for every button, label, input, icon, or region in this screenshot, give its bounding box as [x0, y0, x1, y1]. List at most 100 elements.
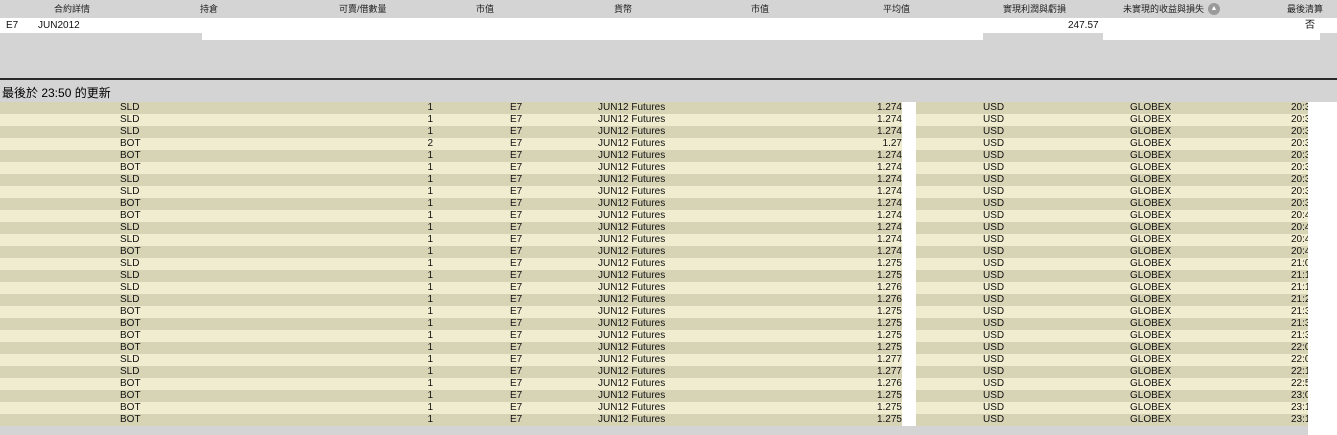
trade-time: 22:0: [1291, 354, 1308, 365]
trade-currency: USD: [983, 366, 1005, 377]
trade-exchange: GLOBEX: [1130, 198, 1172, 209]
trade-row[interactable]: BOT 1 E7 JUN12 Futures 1.276 USD GLOBEX 22:5: [0, 378, 1337, 390]
trade-time: 22:0: [1291, 342, 1308, 353]
trade-action: BOT: [120, 330, 141, 341]
trade-row[interactable]: SLD 1 E7 JUN12 Futures 1.276 USD GLOBEX 21:2: [0, 294, 1337, 306]
trade-time: 20:4: [1291, 246, 1308, 257]
trade-row[interactable]: BOT 1 E7 JUN12 Futures 1.274 USD GLOBEX 20:4: [0, 246, 1337, 258]
trade-currency: USD: [983, 342, 1005, 353]
trade-price: 1.275: [876, 330, 902, 341]
trade-currency: USD: [983, 150, 1005, 161]
portfolio-row[interactable]: E7 JUN2012 247.57 否: [0, 18, 1337, 33]
trade-row[interactable]: SLD 1 E7 JUN12 Futures 1.277 USD GLOBEX 22:0: [0, 354, 1337, 366]
trade-row[interactable]: BOT 1 E7 JUN12 Futures 1.275 USD GLOBEX 21:3: [0, 306, 1337, 318]
trades-list[interactable]: SLD 1 E7 JUN12 Futures 1.274 USD GLOBEX 20:3 SLD…: [0, 102, 1337, 426]
trade-row[interactable]: BOT 1 E7 JUN12 Futures 1.274 USD GLOBEX 20:3: [0, 162, 1337, 174]
trade-time: 23:0: [1291, 390, 1308, 401]
trade-row[interactable]: SLD 1 E7 JUN12 Futures 1.275 USD GLOBEX 21:0: [0, 258, 1337, 270]
trade-currency: USD: [983, 186, 1005, 197]
trade-row[interactable]: SLD 1 E7 JUN12 Futures 1.274 USD GLOBEX 20:4: [0, 234, 1337, 246]
trade-currency: USD: [983, 162, 1005, 173]
trade-row[interactable]: SLD 1 E7 JUN12 Futures 1.274 USD GLOBEX 20:3: [0, 102, 1337, 114]
trade-row[interactable]: BOT 1 E7 JUN12 Futures 1.275 USD GLOBEX 23:1: [0, 402, 1337, 414]
trade-currency: USD: [983, 114, 1005, 125]
trade-symbol: E7: [510, 210, 523, 221]
trade-qty: 1: [427, 102, 433, 113]
col-contract-details[interactable]: 合約詳情: [54, 0, 90, 18]
trade-row[interactable]: BOT 1 E7 JUN12 Futures 1.275 USD GLOBEX 22:0: [0, 342, 1337, 354]
trade-symbol: E7: [510, 354, 523, 365]
trade-symbol: E7: [510, 270, 523, 281]
trade-row[interactable]: SLD 1 E7 JUN12 Futures 1.274 USD GLOBEX 20:3: [0, 186, 1337, 198]
trade-symbol: E7: [510, 402, 523, 413]
trade-exchange: GLOBEX: [1130, 270, 1172, 281]
trade-row[interactable]: SLD 1 E7 JUN12 Futures 1.274 USD GLOBEX 20:3: [0, 114, 1337, 126]
trade-row[interactable]: BOT 1 E7 JUN12 Futures 1.274 USD GLOBEX 20:3: [0, 198, 1337, 210]
horizontal-scrollbar[interactable]: [0, 426, 1337, 435]
trade-currency: USD: [983, 222, 1005, 233]
trade-price: 1.274: [876, 198, 902, 209]
trade-row[interactable]: SLD 1 E7 JUN12 Futures 1.274 USD GLOBEX 20:4: [0, 222, 1337, 234]
trade-time: 20:3: [1291, 114, 1308, 125]
portfolio-header: 合約詳情 持倉 可賣/借數量 市值 貨幣 市值 平均值 實現利潤與虧損 未實現的…: [0, 0, 1337, 18]
trade-action: BOT: [120, 390, 141, 401]
trade-symbol: E7: [510, 222, 523, 233]
col-available-qty[interactable]: 可賣/借數量: [339, 0, 387, 18]
col-liquidate-last[interactable]: 最後清算: [1287, 0, 1323, 18]
col-market-value[interactable]: 市值: [476, 0, 494, 18]
trade-row[interactable]: BOT 1 E7 JUN12 Futures 1.275 USD GLOBEX 21:3: [0, 318, 1337, 330]
trade-row[interactable]: BOT 1 E7 JUN12 Futures 1.275 USD GLOBEX 23:1: [0, 414, 1337, 426]
trade-row[interactable]: SLD 1 E7 JUN12 Futures 1.276 USD GLOBEX 21:1: [0, 282, 1337, 294]
portfolio-symbol: E7: [6, 20, 19, 31]
trade-time: 20:3: [1291, 186, 1308, 197]
trade-currency: USD: [983, 390, 1005, 401]
trade-row[interactable]: BOT 1 E7 JUN12 Futures 1.275 USD GLOBEX 21:3: [0, 330, 1337, 342]
trade-row[interactable]: BOT 2 E7 JUN12 Futures 1.27 USD GLOBEX 20:3: [0, 138, 1337, 150]
status-bar: 最後於 23:50 的更新: [0, 80, 1337, 102]
trade-price: 1.275: [876, 402, 902, 413]
trade-description: JUN12 Futures: [598, 270, 666, 281]
trade-time: 21:2: [1291, 294, 1308, 305]
trade-time: 23:1: [1291, 402, 1308, 413]
trade-row[interactable]: BOT 1 E7 JUN12 Futures 1.275 USD GLOBEX 23:0: [0, 390, 1337, 402]
trade-time: 21:0: [1291, 258, 1308, 269]
trade-currency: USD: [983, 306, 1005, 317]
trade-currency: USD: [983, 126, 1005, 137]
trade-time: 23:1: [1291, 414, 1308, 425]
trade-price: 1.27: [882, 138, 902, 149]
trade-action: BOT: [120, 198, 141, 209]
trade-row[interactable]: SLD 1 E7 JUN12 Futures 1.274 USD GLOBEX 20:3: [0, 174, 1337, 186]
trade-time: 21:3: [1291, 318, 1308, 329]
trade-row[interactable]: SLD 1 E7 JUN12 Futures 1.277 USD GLOBEX 22:1: [0, 366, 1337, 378]
col-avg-price[interactable]: 平均值: [883, 0, 910, 18]
trade-currency: USD: [983, 234, 1005, 245]
trade-action: BOT: [120, 306, 141, 317]
trade-action: BOT: [120, 162, 141, 173]
col-realized-pnl[interactable]: 實現利潤與虧損: [1003, 0, 1066, 18]
trade-time: 21:3: [1291, 330, 1308, 341]
trade-row[interactable]: BOT 1 E7 JUN12 Futures 1.274 USD GLOBEX 20:3: [0, 150, 1337, 162]
trade-currency: USD: [983, 210, 1005, 221]
sort-ascending-icon[interactable]: ▲: [1208, 3, 1220, 15]
cell-band: [202, 33, 983, 40]
trade-currency: USD: [983, 294, 1005, 305]
trade-time: 20:3: [1291, 102, 1308, 113]
trade-qty: 1: [427, 366, 433, 377]
col-position[interactable]: 持倉: [200, 0, 218, 18]
col-unrealized-pnl[interactable]: 未實現的收益與損失: [1123, 0, 1204, 18]
trade-symbol: E7: [510, 294, 523, 305]
trade-currency: USD: [983, 102, 1005, 113]
trade-description: JUN12 Futures: [598, 210, 666, 221]
trade-qty: 1: [427, 306, 433, 317]
trade-row[interactable]: BOT 1 E7 JUN12 Futures 1.274 USD GLOBEX 20:4: [0, 210, 1337, 222]
trade-row[interactable]: SLD 1 E7 JUN12 Futures 1.275 USD GLOBEX 21:1: [0, 270, 1337, 282]
col-currency[interactable]: 貨幣: [614, 0, 632, 18]
trade-currency: USD: [983, 354, 1005, 365]
trade-description: JUN12 Futures: [598, 378, 666, 389]
trade-qty: 1: [427, 378, 433, 389]
col-market-price[interactable]: 市值: [751, 0, 769, 18]
trade-row[interactable]: SLD 1 E7 JUN12 Futures 1.274 USD GLOBEX 20:3: [0, 126, 1337, 138]
trade-exchange: GLOBEX: [1130, 282, 1172, 293]
trade-price: 1.274: [876, 174, 902, 185]
portfolio-liquidate-last: 否: [1305, 20, 1315, 31]
